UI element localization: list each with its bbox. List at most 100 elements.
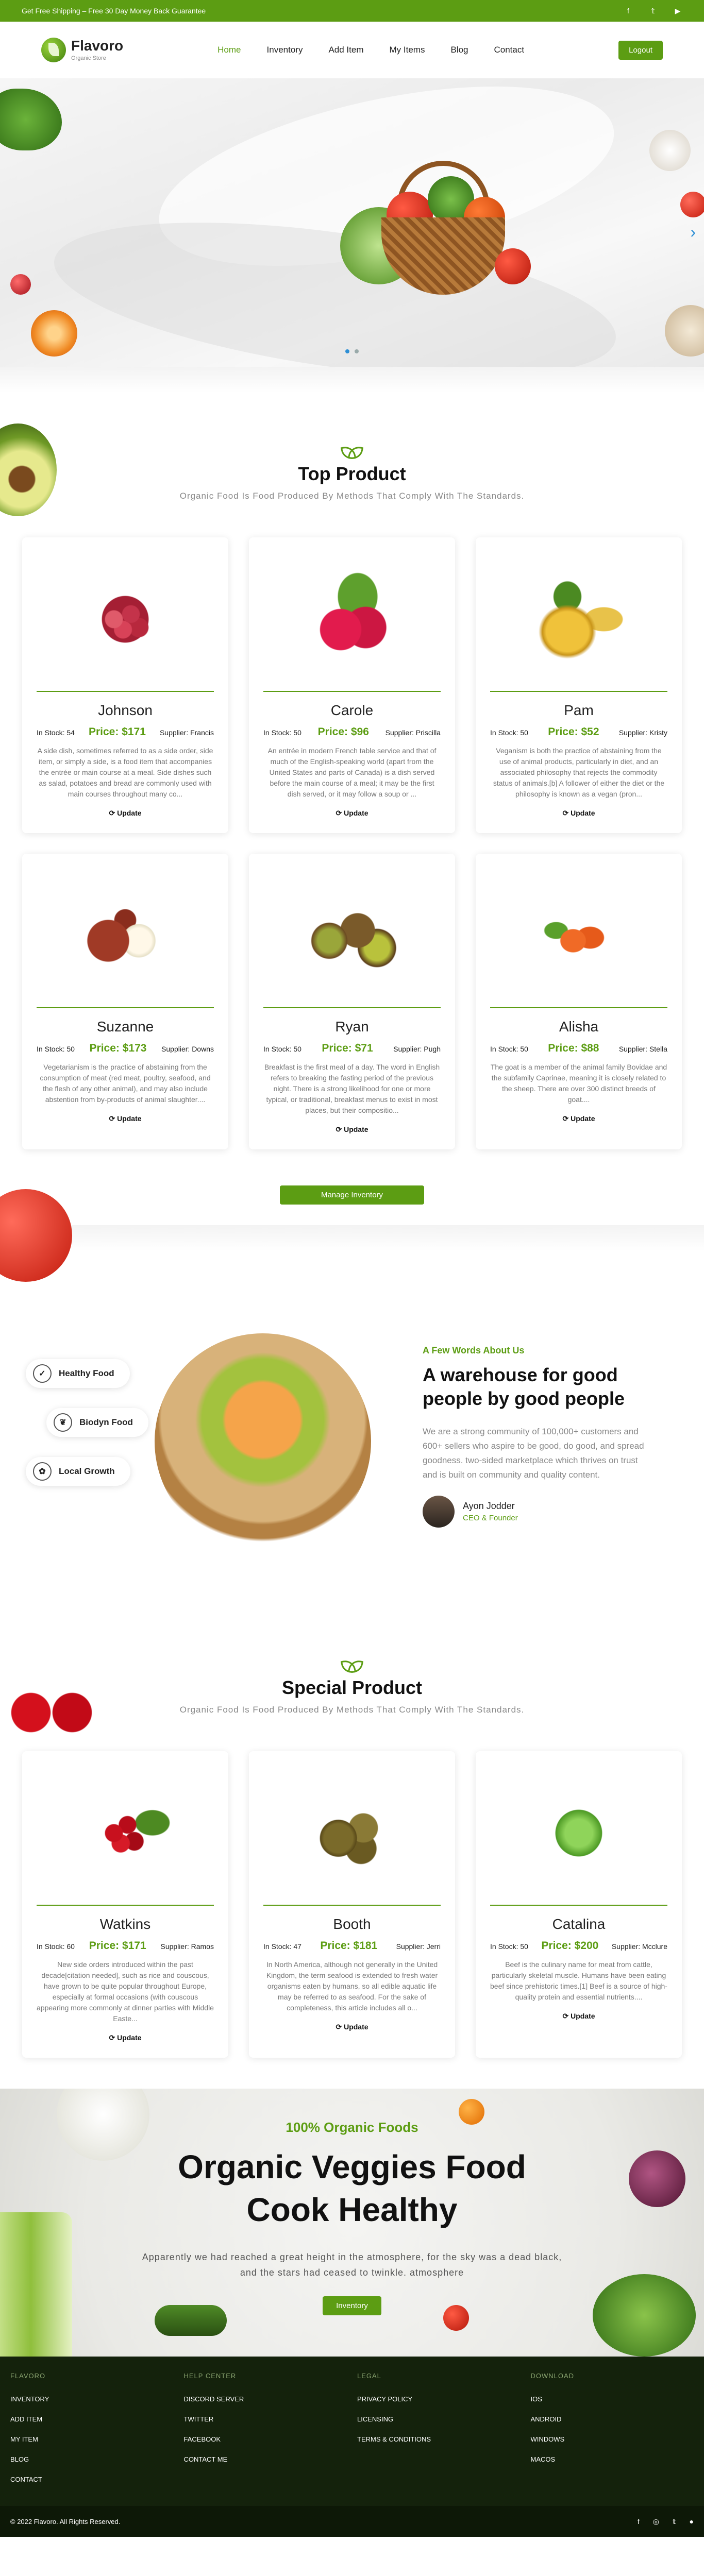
growth-icon: ✿ [33,1462,52,1481]
section-title: Special Product [281,1677,423,1698]
facebook-icon[interactable]: f [624,6,633,15]
youtube-icon[interactable]: ▶ [673,6,682,15]
top-promo-bar: Get Free Shipping – Free 30 Day Money Ba… [0,0,704,22]
instagram-icon[interactable]: ◎ [653,2517,659,2526]
brand[interactable]: Flavoro Organic Store [41,38,123,62]
update-button[interactable]: ⟳ Update [263,809,441,818]
product-image [37,864,214,1008]
footer-bottom: © 2022 Flavoro. All Rights Reserved. f ◎… [0,2506,704,2537]
chevron-right-icon[interactable]: › [690,223,696,242]
product-image [37,1761,214,1906]
update-button[interactable]: ⟳ Update [37,1114,214,1123]
brand-tagline: Organic Store [71,55,106,61]
slider-dot[interactable] [345,349,349,353]
inventory-button[interactable]: Inventory [323,2296,381,2315]
price-text: Price: $181 [320,1940,378,1952]
footer-link[interactable]: ANDROID [531,2415,694,2423]
footer-link[interactable]: FACEBOOK [184,2435,347,2443]
update-button[interactable]: ⟳ Update [37,809,214,818]
footer-link[interactable]: TERMS & CONDITIONS [357,2435,521,2443]
footer-column-title: DOWNLOAD [530,2372,575,2380]
twitter-icon[interactable]: 𝕥 [673,2517,676,2526]
footer-link[interactable]: ADD ITEM [10,2415,174,2423]
github-icon[interactable]: ● [690,2517,694,2526]
nav-link-blog[interactable]: Blog [450,45,468,55]
footer-link[interactable]: IOS [531,2395,694,2403]
footer-column: FLAVORO INVENTORY ADD ITEM MY ITEM BLOG CONTA… [10,2372,174,2496]
product-meta: In Stock: 60 Price: $171 Supplier: Ramos [37,1940,214,1952]
nav-link-my-items[interactable]: My Items [390,45,425,55]
product-description: An entrée in modern French table service… [267,747,437,798]
promo-text: Get Free Shipping – Free 30 Day Money Ba… [22,7,206,15]
stock-text: In Stock: 50 [490,1942,528,1951]
nav-link-home[interactable]: Home [217,45,241,55]
leaf-logo-icon [41,38,66,62]
special-product-section: Special Product Organic Food Is Food Pro… [0,1622,704,2089]
product-card: Ryan In Stock: 50 Price: $71 Supplier: P… [249,854,455,1149]
facebook-icon[interactable]: f [638,2517,640,2526]
product-description: The goat is a member of the animal famil… [490,1063,667,1104]
update-button[interactable]: ⟳ Update [490,809,667,818]
refresh-icon: ⟳ [109,2033,118,2042]
footer-link[interactable]: BLOG [10,2455,174,2463]
product-meta: In Stock: 50 Price: $88 Supplier: Stella [490,1042,667,1055]
update-button[interactable]: ⟳ Update [263,2023,441,2031]
footer-link[interactable]: LICENSING [357,2415,521,2423]
herb-image [0,89,62,150]
product-description: Vegetarianism is the practice of abstain… [40,1063,211,1104]
cta-kicker: 100% Organic Foods [286,2120,418,2135]
update-button[interactable]: ⟳ Update [490,2012,667,2021]
stock-text: In Stock: 50 [490,1045,528,1053]
footer-column-title: FLAVORO [10,2372,46,2380]
author-name: Ayon Jodder [463,1501,515,1512]
brand-name: Flavoro [71,38,124,54]
footer-link[interactable]: DISCORD SERVER [184,2395,347,2403]
supplier-text: Supplier: Priscilla [385,728,441,737]
section-title: Top Product [298,463,406,484]
footer-link[interactable]: INVENTORY [10,2395,174,2403]
footer-link[interactable]: CONTACT ME [184,2455,347,2463]
footer-column: DOWNLOAD IOS ANDROID WINDOWS MACOS [531,2372,694,2496]
product-name: Johnson [98,702,153,718]
logout-button[interactable]: Logout [618,40,663,60]
footer-link[interactable]: MY ITEM [10,2435,174,2443]
slider-dot[interactable] [355,349,359,353]
product-card: Carole In Stock: 50 Price: $96 Supplier:… [249,537,455,833]
berry-image [10,274,31,295]
stock-text: In Stock: 54 [37,728,75,737]
update-button[interactable]: ⟳ Update [37,2033,214,2042]
garlic-image [649,130,691,171]
footer-link[interactable]: WINDOWS [531,2435,694,2443]
footer-column: LEGAL PRIVACY POLICY LICENSING TERMS & COND… [357,2372,521,2496]
about-kicker: A Few Words About Us [423,1345,525,1355]
product-name: Catalina [552,1916,606,1932]
vegetable-basket-image [320,156,546,300]
about-title: A warehouse for good people by good peop… [423,1364,625,1410]
product-grid: Watkins In Stock: 60 Price: $171 Supplie… [21,1751,683,2058]
update-button[interactable]: ⟳ Update [263,1125,441,1134]
leaf-icon [341,1658,363,1672]
about-visual: ✓ Healthy Food ❦ Biodyn Food ✿ Local Gro… [21,1292,423,1581]
footer-link[interactable]: CONTACT [10,2476,174,2483]
orange-slice-image [31,310,77,357]
footer-link[interactable]: TWITTER [184,2415,347,2423]
section-heading: Special Product Organic Food Is Food Pro… [0,1658,704,1715]
nav-link-contact[interactable]: Contact [494,45,524,55]
product-description: Beef is the culinary name for meat from … [490,1960,667,2001]
product-card: Booth In Stock: 47 Price: $181 Supplier:… [249,1751,455,2058]
footer-link[interactable]: MACOS [531,2455,694,2463]
cta-headline: Organic Veggies Food Cook Healthy [178,2148,526,2229]
update-button[interactable]: ⟳ Update [490,1114,667,1123]
product-meta: In Stock: 50 Price: $173 Supplier: Downs [37,1042,214,1055]
product-image [37,548,214,692]
nav-link-add-item[interactable]: Add Item [328,45,363,55]
footer-column-title: HELP CENTER [183,2372,237,2380]
refresh-icon: ⟳ [562,1114,571,1123]
copyright: © 2022 Flavoro. All Rights Reserved. [10,2517,121,2526]
footer-link[interactable]: PRIVACY POLICY [357,2395,521,2403]
nav-link-inventory[interactable]: Inventory [267,45,303,55]
supplier-text: Supplier: Kristy [618,728,667,737]
twitter-icon[interactable]: 𝕥 [648,6,658,15]
manage-inventory-button[interactable]: Manage Inventory [279,1185,425,1205]
slider-dots [345,349,359,353]
